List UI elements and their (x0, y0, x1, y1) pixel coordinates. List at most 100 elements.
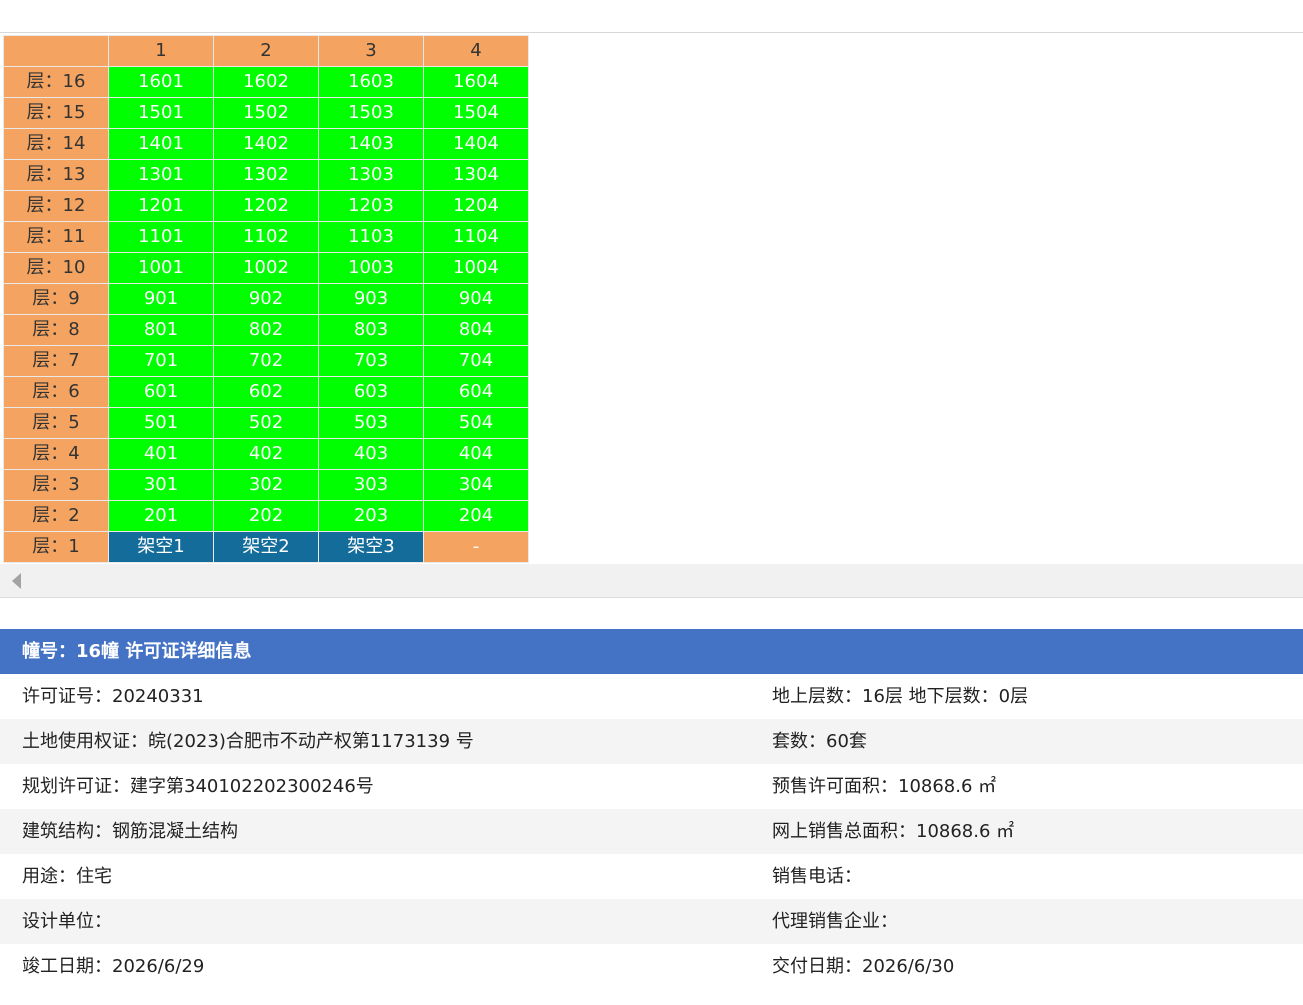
unit-cell[interactable]: 1202 (213, 190, 319, 222)
unit-cell[interactable]: 301 (108, 469, 214, 501)
unit-cell[interactable]: 1602 (213, 66, 319, 98)
grid-corner-cell (3, 35, 109, 67)
unit-cell[interactable]: 1104 (423, 221, 529, 253)
unit-cell[interactable]: 904 (423, 283, 529, 315)
unit-cell[interactable]: 203 (318, 500, 424, 532)
arrow-left-icon[interactable] (12, 573, 21, 589)
unit-cell[interactable]: 1201 (108, 190, 214, 222)
unit-cell[interactable]: 1403 (318, 128, 424, 160)
unit-cell[interactable]: 1304 (423, 159, 529, 191)
floor-row: 层：1 架空1 架空2 架空3- (3, 531, 529, 563)
unit-cell[interactable]: 1601 (108, 66, 214, 98)
unit-cell[interactable]: 901 (108, 283, 214, 315)
unit-cell[interactable]: 702 (213, 345, 319, 377)
floor-row: 层：10 1001 1002 1003 1004 (3, 252, 529, 284)
unit-cell[interactable]: 202 (213, 500, 319, 532)
unit-cell[interactable]: 1501 (108, 97, 214, 129)
unit-cell[interactable]: 1002 (213, 252, 319, 284)
unit-cell[interactable]: 304 (423, 469, 529, 501)
unit-cell[interactable]: 704 (423, 345, 529, 377)
unit-cell[interactable]: 303 (318, 469, 424, 501)
unit-cell[interactable]: 803 (318, 314, 424, 346)
floor-label: 层：13 (3, 159, 109, 191)
unit-cell[interactable]: 1004 (423, 252, 529, 284)
unit-cell[interactable]: 1203 (318, 190, 424, 222)
unit-cell[interactable]: 602 (213, 376, 319, 408)
horizontal-scrollbar[interactable] (0, 564, 1303, 598)
info-field-right: 预售许可面积：10868.6 ㎡ (772, 776, 997, 797)
info-field-left: 规划许可证：建字第340102202300246号 (22, 776, 374, 797)
floor-label: 层：11 (3, 221, 109, 253)
unit-cell[interactable]: 601 (108, 376, 214, 408)
unit-cell[interactable]: 1603 (318, 66, 424, 98)
floor-row: 层：5 501 502 503 504 (3, 407, 529, 439)
info-field-left: 设计单位： (22, 911, 112, 932)
floor-row: 层：8 801 802 803 804 (3, 314, 529, 346)
unit-cell[interactable]: 201 (108, 500, 214, 532)
info-row: 土地使用权证：皖(2023)合肥市不动产权第1173139 号 套数：60套 (0, 719, 1303, 764)
unit-cell[interactable]: 801 (108, 314, 214, 346)
unit-cell[interactable]: 1301 (108, 159, 214, 191)
unit-cell[interactable]: 204 (423, 500, 529, 532)
floor-row: 层：9 901 902 903 904 (3, 283, 529, 315)
unit-grid-container: 1 2 3 4 层：16 1601 1602 1603 1604 层：15 1501 1502 1503… (3, 35, 529, 563)
unit-grid: 1 2 3 4 层：16 1601 1602 1603 1604 层：15 1501 1502 1503… (3, 35, 529, 563)
info-row: 设计单位： 代理销售企业： (0, 899, 1303, 944)
unit-cell[interactable]: 1504 (423, 97, 529, 129)
unit-cell[interactable]: 402 (213, 438, 319, 470)
unit-cell[interactable]: 603 (318, 376, 424, 408)
unit-cell[interactable]: 1604 (423, 66, 529, 98)
floor-row: 层：2 201 202 203 204 (3, 500, 529, 532)
unit-cell[interactable]: 1503 (318, 97, 424, 129)
info-field-left: 用途：住宅 (22, 866, 112, 887)
unit-cell[interactable]: 802 (213, 314, 319, 346)
unit-cell[interactable]: 1401 (108, 128, 214, 160)
floor-label: 层：6 (3, 376, 109, 408)
column-header: 2 (213, 35, 319, 67)
unit-cell[interactable]: 503 (318, 407, 424, 439)
info-row: 建筑结构：钢筋混凝土结构 网上销售总面积：10868.6 ㎡ (0, 809, 1303, 854)
info-field-left: 建筑结构：钢筋混凝土结构 (22, 821, 238, 842)
permit-info-list: 许可证号：20240331 地上层数：16层 地下层数：0层 土地使用权证：皖(20… (0, 674, 1303, 989)
unit-cell[interactable]: 504 (423, 407, 529, 439)
floor-label: 层：9 (3, 283, 109, 315)
floor-label: 层：1 (3, 531, 109, 563)
unit-cell[interactable]: 502 (213, 407, 319, 439)
info-field-right: 代理销售企业： (772, 911, 898, 932)
floor-label: 层：3 (3, 469, 109, 501)
floor-label: 层：4 (3, 438, 109, 470)
unit-cell[interactable]: 1204 (423, 190, 529, 222)
info-field-right: 套数：60套 (772, 731, 867, 752)
floor-row: 层：4 401 402 403 404 (3, 438, 529, 470)
unit-cell[interactable]: 404 (423, 438, 529, 470)
unit-cell[interactable]: 1302 (213, 159, 319, 191)
unit-cell[interactable]: 1001 (108, 252, 214, 284)
unit-cell[interactable]: 403 (318, 438, 424, 470)
floor-label: 层：10 (3, 252, 109, 284)
unit-cell[interactable]: 1103 (318, 221, 424, 253)
unit-cell[interactable]: 1404 (423, 128, 529, 160)
info-field-left: 许可证号：20240331 (22, 686, 204, 707)
unit-cell[interactable]: 401 (108, 438, 214, 470)
unit-cell[interactable]: 703 (318, 345, 424, 377)
unit-cell[interactable]: 501 (108, 407, 214, 439)
floor-row: 层：12 1201 1202 1203 1204 (3, 190, 529, 222)
unit-cell[interactable]: 1101 (108, 221, 214, 253)
column-header: 1 (108, 35, 214, 67)
unit-cell[interactable]: 1502 (213, 97, 319, 129)
top-divider (0, 32, 1303, 33)
unit-cell[interactable]: 604 (423, 376, 529, 408)
unit-cell[interactable]: 1303 (318, 159, 424, 191)
unit-cell[interactable]: 1003 (318, 252, 424, 284)
unit-cell[interactable]: 701 (108, 345, 214, 377)
unit-cell[interactable]: 302 (213, 469, 319, 501)
unit-cell[interactable]: 1402 (213, 128, 319, 160)
unit-cell[interactable]: 1102 (213, 221, 319, 253)
unit-cell[interactable]: 903 (318, 283, 424, 315)
floor-row: 层：11 1101 1102 1103 1104 (3, 221, 529, 253)
info-field-right: 销售电话： (772, 866, 862, 887)
unit-cell[interactable]: 804 (423, 314, 529, 346)
floor-row: 层：16 1601 1602 1603 1604 (3, 66, 529, 98)
permit-panel-title: 幢号：16幢 许可证详细信息 (0, 629, 1303, 674)
unit-cell[interactable]: 902 (213, 283, 319, 315)
